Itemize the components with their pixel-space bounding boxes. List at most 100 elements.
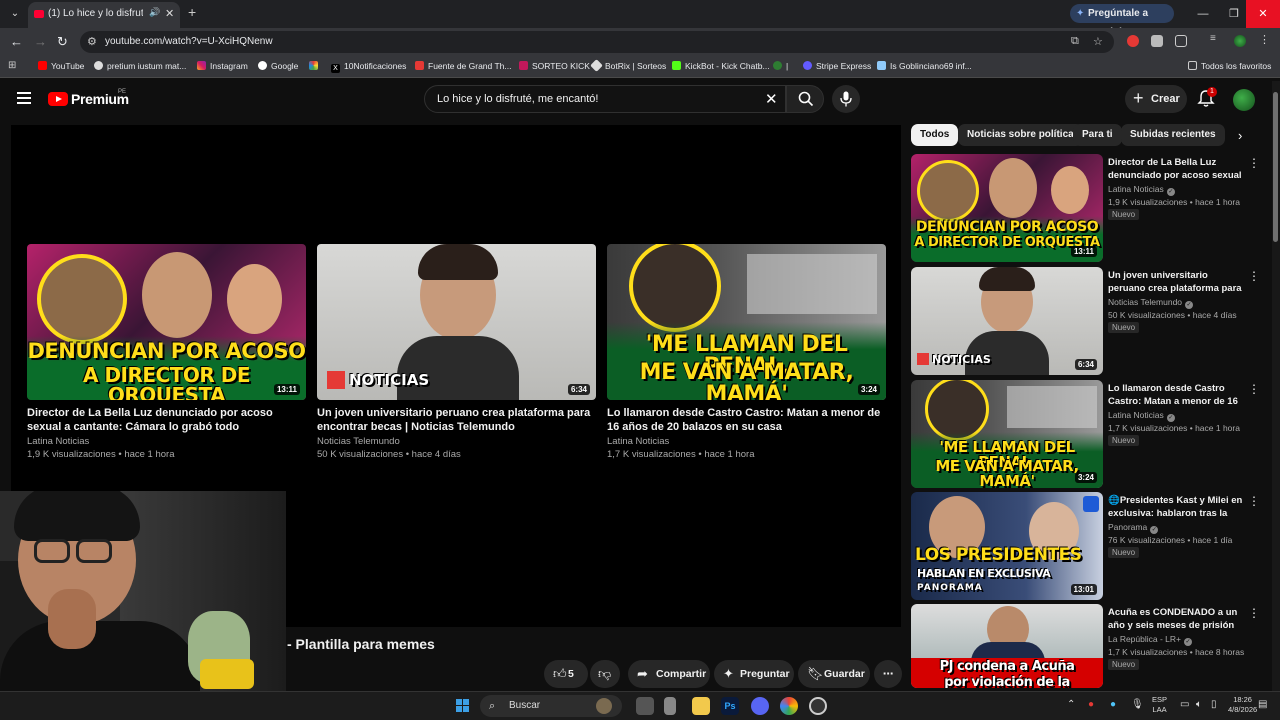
video-title[interactable]: Acuña es CONDENADO a un año y seis meses… [1108,606,1244,633]
terminal-icon[interactable] [664,697,676,715]
chip-politica[interactable]: Noticias sobre política [958,124,1083,146]
search-input[interactable]: Lo hice y lo disfruté, me encantó! ✕ [424,85,786,113]
tab-search-icon[interactable]: ⌄ [6,5,24,23]
chrome-icon[interactable] [780,697,798,715]
more-vertical-icon[interactable]: ⋮ [1248,156,1260,170]
end-screen-video[interactable]: 'ME LLAMAN DEL PENAL, ME VAN A MATAR, MA… [607,244,886,460]
install-app-icon[interactable]: ⧉ [1071,35,1079,48]
tray-app-icon[interactable]: ● [1088,699,1094,710]
minimize-icon[interactable]: — [1186,0,1220,28]
tray-app-icon[interactable]: ● [1110,699,1116,710]
back-icon[interactable]: ← [10,34,23,49]
search-button[interactable] [786,85,824,113]
apps-grid-icon[interactable]: ⊞ [8,60,16,71]
chip-todos[interactable]: Todos [911,124,959,146]
channel-name[interactable]: Latina Noticias ✓ [1108,184,1175,196]
channel-name[interactable]: Noticias Telemundo ✓ [1108,297,1194,309]
volume-icon[interactable]: 🔈︎ [1196,699,1202,710]
browser-tab[interactable]: (1) Lo hice y lo disfruté, me 🔊 ✕ [28,2,180,28]
video-thumbnail[interactable]: LOS PRESIDENTES HABLAN EN EXCLUSIVA PANO… [911,492,1103,600]
network-icon[interactable]: ▭ [1180,699,1189,710]
audio-playing-icon[interactable]: 🔊 [149,7,160,18]
windows-start-icon[interactable] [456,699,470,713]
microphone-tray-icon[interactable]: 🎙︎ [1131,699,1144,710]
bookmark-botrix[interactable]: BotRix | Sorteos [590,59,666,72]
chip-para-ti[interactable]: Para ti [1073,124,1122,146]
channel-name[interactable]: Latina Noticias ✓ [1108,410,1175,422]
bookmark-grand-theft[interactable]: Fuente de Grand Th... [415,61,511,71]
bookmark-kickbot[interactable]: KickBot - Kick Chatb... [672,61,770,71]
channel-name[interactable]: Latina Noticias [27,436,306,447]
all-bookmarks[interactable]: Todos los favoritos [1188,61,1271,71]
extension-icon[interactable] [1151,35,1163,47]
extensions-puzzle-icon[interactable] [1175,35,1187,47]
channel-name[interactable]: Panorama ✓ [1108,522,1159,534]
obs-icon[interactable] [809,697,827,715]
bookmark-google[interactable]: Google [258,61,298,71]
news-widget-icon[interactable] [596,698,612,714]
related-video[interactable]: DENUNCIAN POR ACOSO A DIRECTOR DE ORQUES… [911,154,1260,262]
file-explorer-icon[interactable] [692,697,710,715]
video-thumbnail[interactable]: 'ME LLAMAN DEL PENAL, ME VAN A MATAR, MA… [911,380,1103,488]
bookmark-colorful[interactable] [309,61,322,71]
tab-close-icon[interactable]: ✕ [165,7,174,20]
video-thumbnail[interactable]: NOTICIAS 6:34 [911,267,1103,375]
video-title[interactable]: Lo llamaron desde Castro Castro: Matan a… [1108,382,1244,409]
bookmark-x[interactable]: X 10Notificaciones [331,61,406,73]
channel-name[interactable]: Latina Noticias [607,436,886,447]
voice-search-button[interactable] [832,85,860,113]
new-tab-icon[interactable]: + [188,4,196,20]
save-button[interactable]: 🔖︎ Guardar [798,660,870,688]
bookmark-pretium[interactable]: pretium iustum mat... [94,61,186,71]
battery-icon[interactable]: ▯ [1211,699,1217,710]
profile-avatar[interactable] [1234,35,1246,47]
address-bar[interactable]: ⚙ youtube.com/watch?v=U-XciHQNenw ⧉ ☆ [80,31,1114,53]
ask-gemini-button[interactable]: ✦ Pregúntale a Gemini [1070,4,1174,38]
bookmark-sorteo-kick[interactable]: SORTEO KICK [519,61,590,71]
account-avatar[interactable] [1233,89,1255,111]
system-clock[interactable]: 18:26 4/8/2026 [1228,695,1257,715]
bookmark-green[interactable]: | [773,61,788,71]
site-info-icon[interactable]: ⚙ [87,35,97,48]
related-video[interactable]: PJ condena a Acuña por violación de la A… [911,604,1260,688]
forward-icon[interactable]: → [34,34,47,49]
related-video[interactable]: LOS PRESIDENTES HABLAN EN EXCLUSIVA PANO… [911,492,1260,600]
show-hidden-icons[interactable]: ⌃ [1067,699,1075,710]
end-screen-video[interactable]: DENUNCIAN POR ACOSO A DIRECTOR DE ORQUES… [27,244,306,460]
ask-button[interactable]: ✦ Preguntar [714,660,794,688]
share-button[interactable]: ➦ Compartir [628,660,710,688]
more-vertical-icon[interactable]: ⋮ [1248,382,1260,396]
video-thumbnail[interactable]: PJ condena a Acuña por violación de la [911,604,1103,688]
dislike-button[interactable]: 👎︎ [590,660,620,688]
video-thumbnail[interactable]: DENUNCIAN POR ACOSO A DIRECTOR DE ORQUES… [27,244,306,400]
scrollbar-thumb[interactable] [1273,92,1278,242]
video-thumbnail[interactable]: DENUNCIAN POR ACOSO A DIRECTOR DE ORQUES… [911,154,1103,262]
bookmark-stripe[interactable]: Stripe Express [803,61,871,71]
bookmark-star-icon[interactable]: ☆ [1093,35,1103,48]
video-title[interactable]: Director de La Bella Luz denunciado por … [27,406,306,434]
search-query[interactable]: Lo hice y lo disfruté, me encantó! [437,93,598,105]
guide-menu-icon[interactable] [17,92,31,104]
video-thumbnail[interactable]: NOTICIAS 6:34 [317,244,596,400]
video-title[interactable]: Director de La Bella Luz denunciado por … [1108,156,1244,183]
like-button[interactable]: 👍︎ 5 [544,660,588,688]
video-title[interactable]: 🌐Presidentes Kast y Milei en exclusiva: … [1108,494,1244,521]
chevron-right-icon[interactable]: › [1238,128,1242,143]
channel-name[interactable]: Noticias Telemundo [317,436,596,447]
task-view-icon[interactable] [636,697,654,715]
more-actions-button[interactable]: ⋯ [874,660,902,688]
clear-search-icon[interactable]: ✕ [765,90,778,108]
video-title[interactable]: Un joven universitario peruano crea plat… [1108,269,1244,296]
related-video[interactable]: NOTICIAS 6:34 Un joven universitario per… [911,267,1260,375]
youtube-logo-icon[interactable] [48,92,68,106]
chrome-menu-icon[interactable]: ⋮ [1259,33,1271,46]
discord-icon[interactable] [751,697,769,715]
reload-icon[interactable]: ↻ [57,34,68,50]
chip-recientes[interactable]: Subidas recientes [1121,124,1225,146]
video-thumbnail[interactable]: 'ME LLAMAN DEL PENAL, ME VAN A MATAR, MA… [607,244,886,400]
channel-name[interactable]: La República - LR+ ✓ [1108,634,1193,646]
bookmark-instagram[interactable]: Instagram [197,61,248,71]
related-video[interactable]: 'ME LLAMAN DEL PENAL, ME VAN A MATAR, MA… [911,380,1260,488]
input-language[interactable]: ESP LAA [1152,695,1167,715]
video-title[interactable]: Lo llamaron desde Castro Castro: Matan a… [607,406,886,434]
